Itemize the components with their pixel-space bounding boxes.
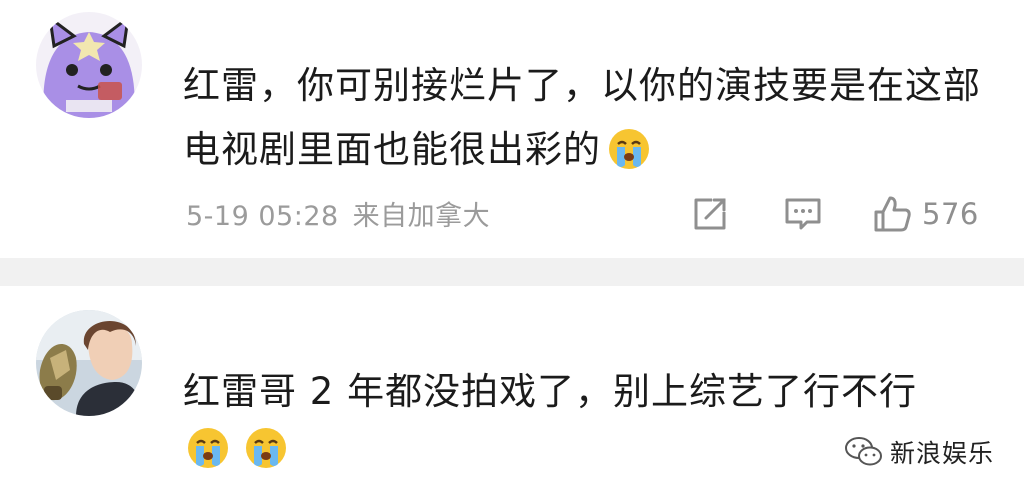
share-button[interactable] xyxy=(690,194,730,234)
crying-face-icon xyxy=(609,129,649,169)
comment-icon xyxy=(785,198,821,230)
comment-item: 红雷，你可别接烂片了，以你的演技要是在这部电视剧里面也能很出彩的 5-19 05… xyxy=(0,0,1024,258)
cat-avatar-icon xyxy=(36,12,142,118)
emoji-row xyxy=(186,426,302,470)
comment-date: 5-19 05:28 xyxy=(186,201,339,232)
watermark: 新浪娱乐 xyxy=(844,434,994,470)
comment-meta: 5-19 05:28 来自加拿大 xyxy=(186,194,490,233)
like-count: 576 xyxy=(922,197,979,231)
portrait-avatar-icon xyxy=(36,310,142,416)
share-icon xyxy=(694,198,726,230)
crying-face-icon xyxy=(246,428,286,468)
watermark-text: 新浪娱乐 xyxy=(889,439,994,468)
avatar[interactable] xyxy=(36,310,142,416)
comment-location: 来自加拿大 xyxy=(352,201,491,232)
wechat-icon xyxy=(844,437,882,466)
reply-button[interactable] xyxy=(782,194,824,234)
avatar[interactable] xyxy=(36,12,142,118)
comment-text: 红雷哥 2 年都没拍戏了，别上综艺了行不行 xyxy=(183,370,918,413)
comment-text: 红雷，你可别接烂片了，以你的演技要是在这部电视剧里面也能很出彩的 xyxy=(183,64,981,171)
crying-face-icon xyxy=(188,428,228,468)
thumbs-up-icon xyxy=(874,196,911,232)
comment-separator xyxy=(0,258,1024,286)
like-button[interactable]: 576 xyxy=(870,194,979,234)
